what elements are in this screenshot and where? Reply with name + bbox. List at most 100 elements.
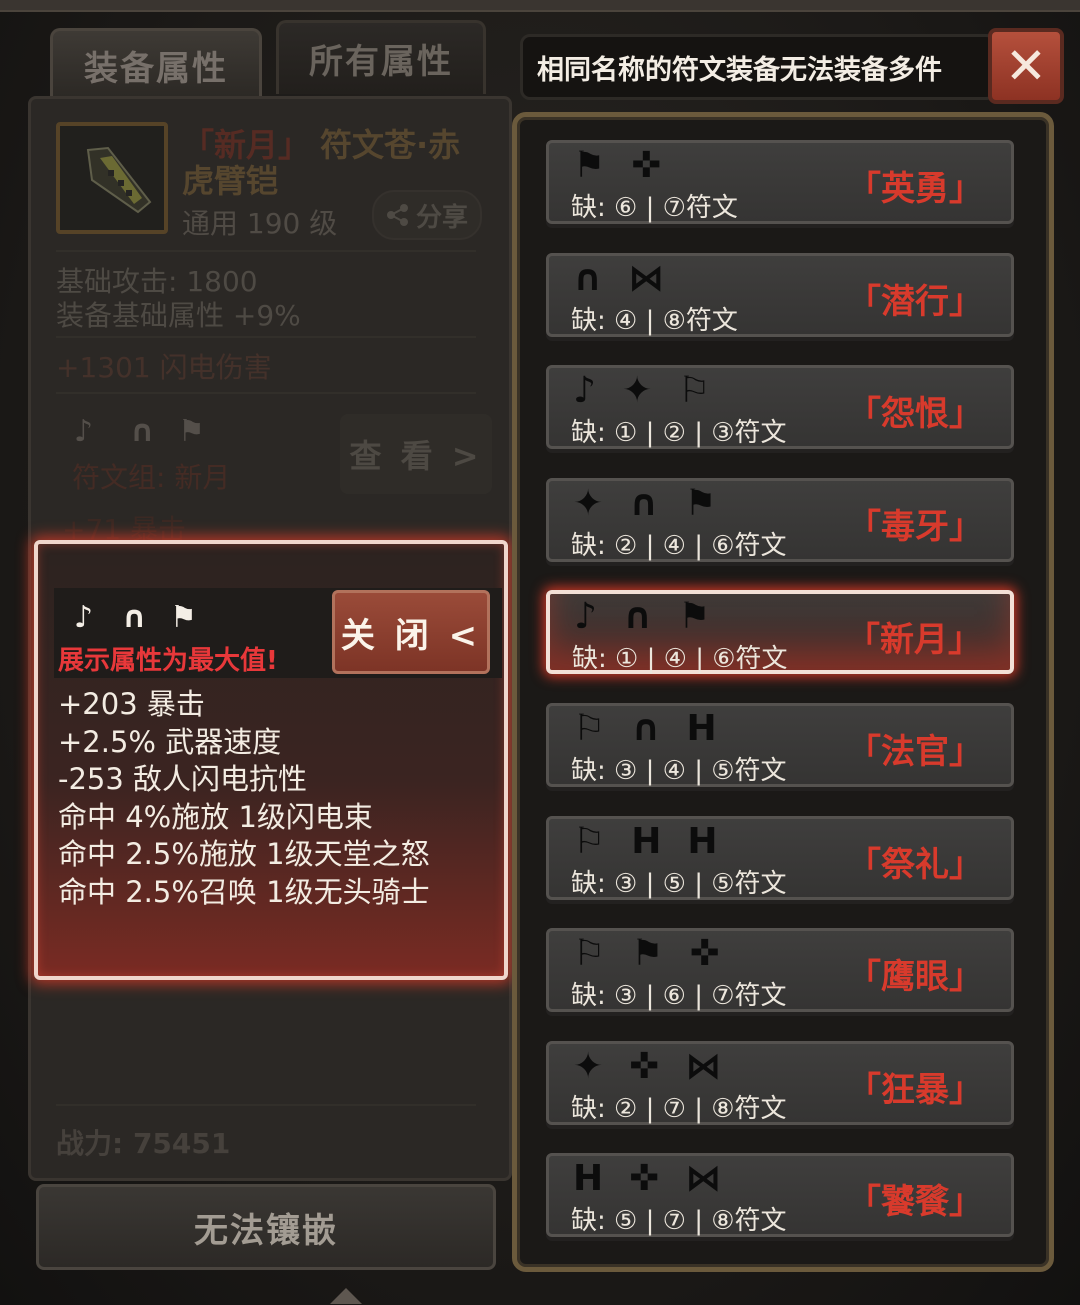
power-rating: 战力: 75451: [56, 1127, 231, 1160]
inlay-button[interactable]: 无法镶嵌: [36, 1184, 496, 1270]
rune-icon: ⚑: [170, 600, 197, 635]
rune-icon: ✜: [631, 144, 662, 186]
tab-equip-attributes[interactable]: 装备属性: [50, 28, 262, 100]
share-icon: [386, 204, 408, 226]
divider: [56, 1104, 476, 1106]
runeword-runes: ✦ ∩ ⚑: [573, 481, 717, 525]
rune-icon: H: [573, 1157, 604, 1199]
item-name-part3: 虎臂铠: [182, 162, 279, 200]
runeword-missing: 缺: ③ | ④ | ⑤符文: [571, 756, 787, 786]
rune-icon: ⚐: [573, 932, 606, 974]
close-preview-button[interactable]: 关 闭 <: [332, 590, 490, 674]
runeword-missing: 缺: ③ | ⑥ | ⑦符文: [571, 981, 787, 1011]
divider: [56, 336, 476, 338]
runeword-runes: ⚑ ✜: [573, 143, 661, 187]
runeword-name: 「狂暴」: [847, 1070, 983, 1110]
runeword-name: 「法官」: [847, 732, 983, 772]
rune-icon: ∩: [631, 707, 661, 749]
rune-icon: ∩: [122, 600, 147, 635]
rune-icon: ✜: [629, 1045, 660, 1087]
divider: [56, 392, 476, 394]
runeword-name: 「鹰眼」: [847, 957, 983, 997]
popup-stat: 命中 4%施放 1级闪电束: [58, 799, 373, 834]
view-button[interactable]: 查 看 >: [340, 414, 492, 494]
rune-icon: H: [631, 820, 662, 862]
armor-icon: [86, 146, 152, 214]
rune-icon: ✜: [629, 1157, 660, 1199]
base-bonus: 装备基础属性 +9%: [56, 299, 301, 332]
runeword-card[interactable]: ♪ ∩ ⚑ 缺: ① | ④ | ⑥符文 「新月」: [546, 590, 1014, 674]
rune-icon: ♪: [574, 595, 597, 637]
runeword-name: 「饕餮」: [847, 1182, 983, 1222]
runeword-runes: ∩ ⋈: [573, 256, 664, 300]
item-level: 通用 190 级: [182, 207, 338, 240]
top-band: [0, 0, 1080, 12]
rune-icon: ⚑: [678, 595, 711, 637]
runeword-runes: H ✜ ⋈: [573, 1156, 721, 1200]
rune-icon: H: [686, 707, 717, 749]
runeword-name: 「潜行」: [847, 282, 983, 322]
runeword-card[interactable]: ♪ ✦ ⚐ 缺: ① | ② | ③符文 「怨恨」: [546, 365, 1014, 449]
popup-stat: 命中 2.5%施放 1级天堂之怒: [58, 837, 430, 872]
rune-icon: ⋈: [628, 257, 665, 299]
runeword-card[interactable]: H ✜ ⋈ 缺: ⑤ | ⑦ | ⑧符文 「饕餮」: [546, 1153, 1014, 1237]
runeword-card[interactable]: ⚐ H H 缺: ③ | ⑤ | ⑤符文 「祭礼」: [546, 816, 1014, 900]
lightning-damage: +1301 闪电伤害: [56, 351, 272, 384]
divider: [56, 250, 476, 252]
rune-icon: ⋈: [685, 1045, 722, 1087]
tab-all-attributes[interactable]: 所有属性: [276, 20, 486, 94]
runeword-preview-popup: ♪ ∩ ⚑ 展示属性为最大值! 关 闭 < +203 暴击 +2.5% 武器速度…: [34, 540, 508, 980]
runeword-name: 「毒牙」: [847, 507, 983, 547]
runeword-missing: 缺: ① | ④ | ⑥符文: [572, 644, 788, 674]
runeword-missing: 缺: ② | ⑦ | ⑧符文: [571, 1094, 787, 1124]
runeword-missing: 缺: ⑥ | ⑦符文: [571, 193, 738, 223]
rune-icon: ⚑: [684, 482, 717, 524]
runeword-card[interactable]: ⚐ ⚑ ✜ 缺: ③ | ⑥ | ⑦符文 「鹰眼」: [546, 928, 1014, 1012]
rune-icon: ⋈: [685, 1157, 722, 1199]
rune-icon: ♪: [573, 369, 596, 411]
warning-banner: 相同名称的符文装备无法装备多件: [520, 34, 996, 100]
runeword-runes: ⚐ ⚑ ✜: [573, 931, 720, 975]
runeword-name: 「怨恨」: [847, 394, 983, 434]
runeword-runes: ✦ ✜ ⋈: [573, 1044, 721, 1088]
runeword-card[interactable]: ∩ ⋈ 缺: ④ | ⑧符文 「潜行」: [546, 253, 1014, 337]
runeword-card[interactable]: ⚑ ✜ 缺: ⑥ | ⑦符文 「英勇」: [546, 140, 1014, 224]
item-name-part2: 符文苍·赤: [320, 126, 461, 164]
rune-icon: ⚐: [678, 369, 711, 411]
rune-icon: ∩: [622, 595, 653, 637]
popup-stats-list: +203 暴击 +2.5% 武器速度 -253 敌人闪电抗性 命中 4%施放 1…: [58, 686, 498, 912]
runeword-name: 「祭礼」: [847, 845, 983, 885]
rune-icon: ✜: [689, 932, 720, 974]
rune-icon: ✦: [621, 369, 653, 411]
popup-stat: +203 暴击: [58, 687, 205, 721]
runeword-missing: 缺: ③ | ⑤ | ⑤符文: [571, 869, 787, 899]
rune-icon: ⚑: [573, 144, 606, 186]
runeword-card[interactable]: ⚐ ∩ H 缺: ③ | ④ | ⑤符文 「法官」: [546, 703, 1014, 787]
rune-icon: H: [687, 820, 718, 862]
runeword-runes: ⚐ ∩ H: [573, 706, 717, 750]
bottom-arrow-icon: [330, 1288, 362, 1304]
runeword-card[interactable]: ✦ ✜ ⋈ 缺: ② | ⑦ | ⑧符文 「狂暴」: [546, 1041, 1014, 1125]
rune-icon: ✦: [573, 482, 604, 524]
share-label: 分享: [415, 202, 468, 233]
rune-icon: ⚐: [573, 820, 606, 862]
rune-icon: ♪: [74, 600, 94, 635]
runeword-missing: 缺: ① | ② | ③符文: [571, 418, 787, 448]
runeword-runes: ♪ ✦ ⚐: [573, 368, 710, 412]
runeword-runes: ♪ ∩ ⚑: [574, 594, 711, 638]
share-button[interactable]: 分享: [372, 190, 482, 240]
rune-group-label: 符文组: 新月: [72, 461, 231, 494]
rune-icon: ⚐: [573, 707, 606, 749]
close-icon[interactable]: ✕: [988, 28, 1064, 104]
rune-icon: ∩: [629, 482, 659, 524]
runeword-card[interactable]: ✦ ∩ ⚑ 缺: ② | ④ | ⑥符文 「毒牙」: [546, 478, 1014, 562]
runeword-name: 「新月」: [846, 620, 982, 660]
runeword-missing: 缺: ② | ④ | ⑥符文: [571, 531, 787, 561]
rune-icon: ⚑: [178, 414, 205, 449]
runeword-missing: 缺: ⑤ | ⑦ | ⑧符文: [571, 1206, 787, 1236]
warning-banner-text: 相同名称的符文装备无法装备多件: [537, 54, 942, 86]
popup-stat: 命中 2.5%召唤 1级无头骑士: [58, 874, 430, 909]
item-icon-slot[interactable]: [56, 122, 168, 234]
rune-icon: ♪: [74, 414, 94, 449]
popup-stat: -253 敌人闪电抗性: [58, 762, 308, 797]
